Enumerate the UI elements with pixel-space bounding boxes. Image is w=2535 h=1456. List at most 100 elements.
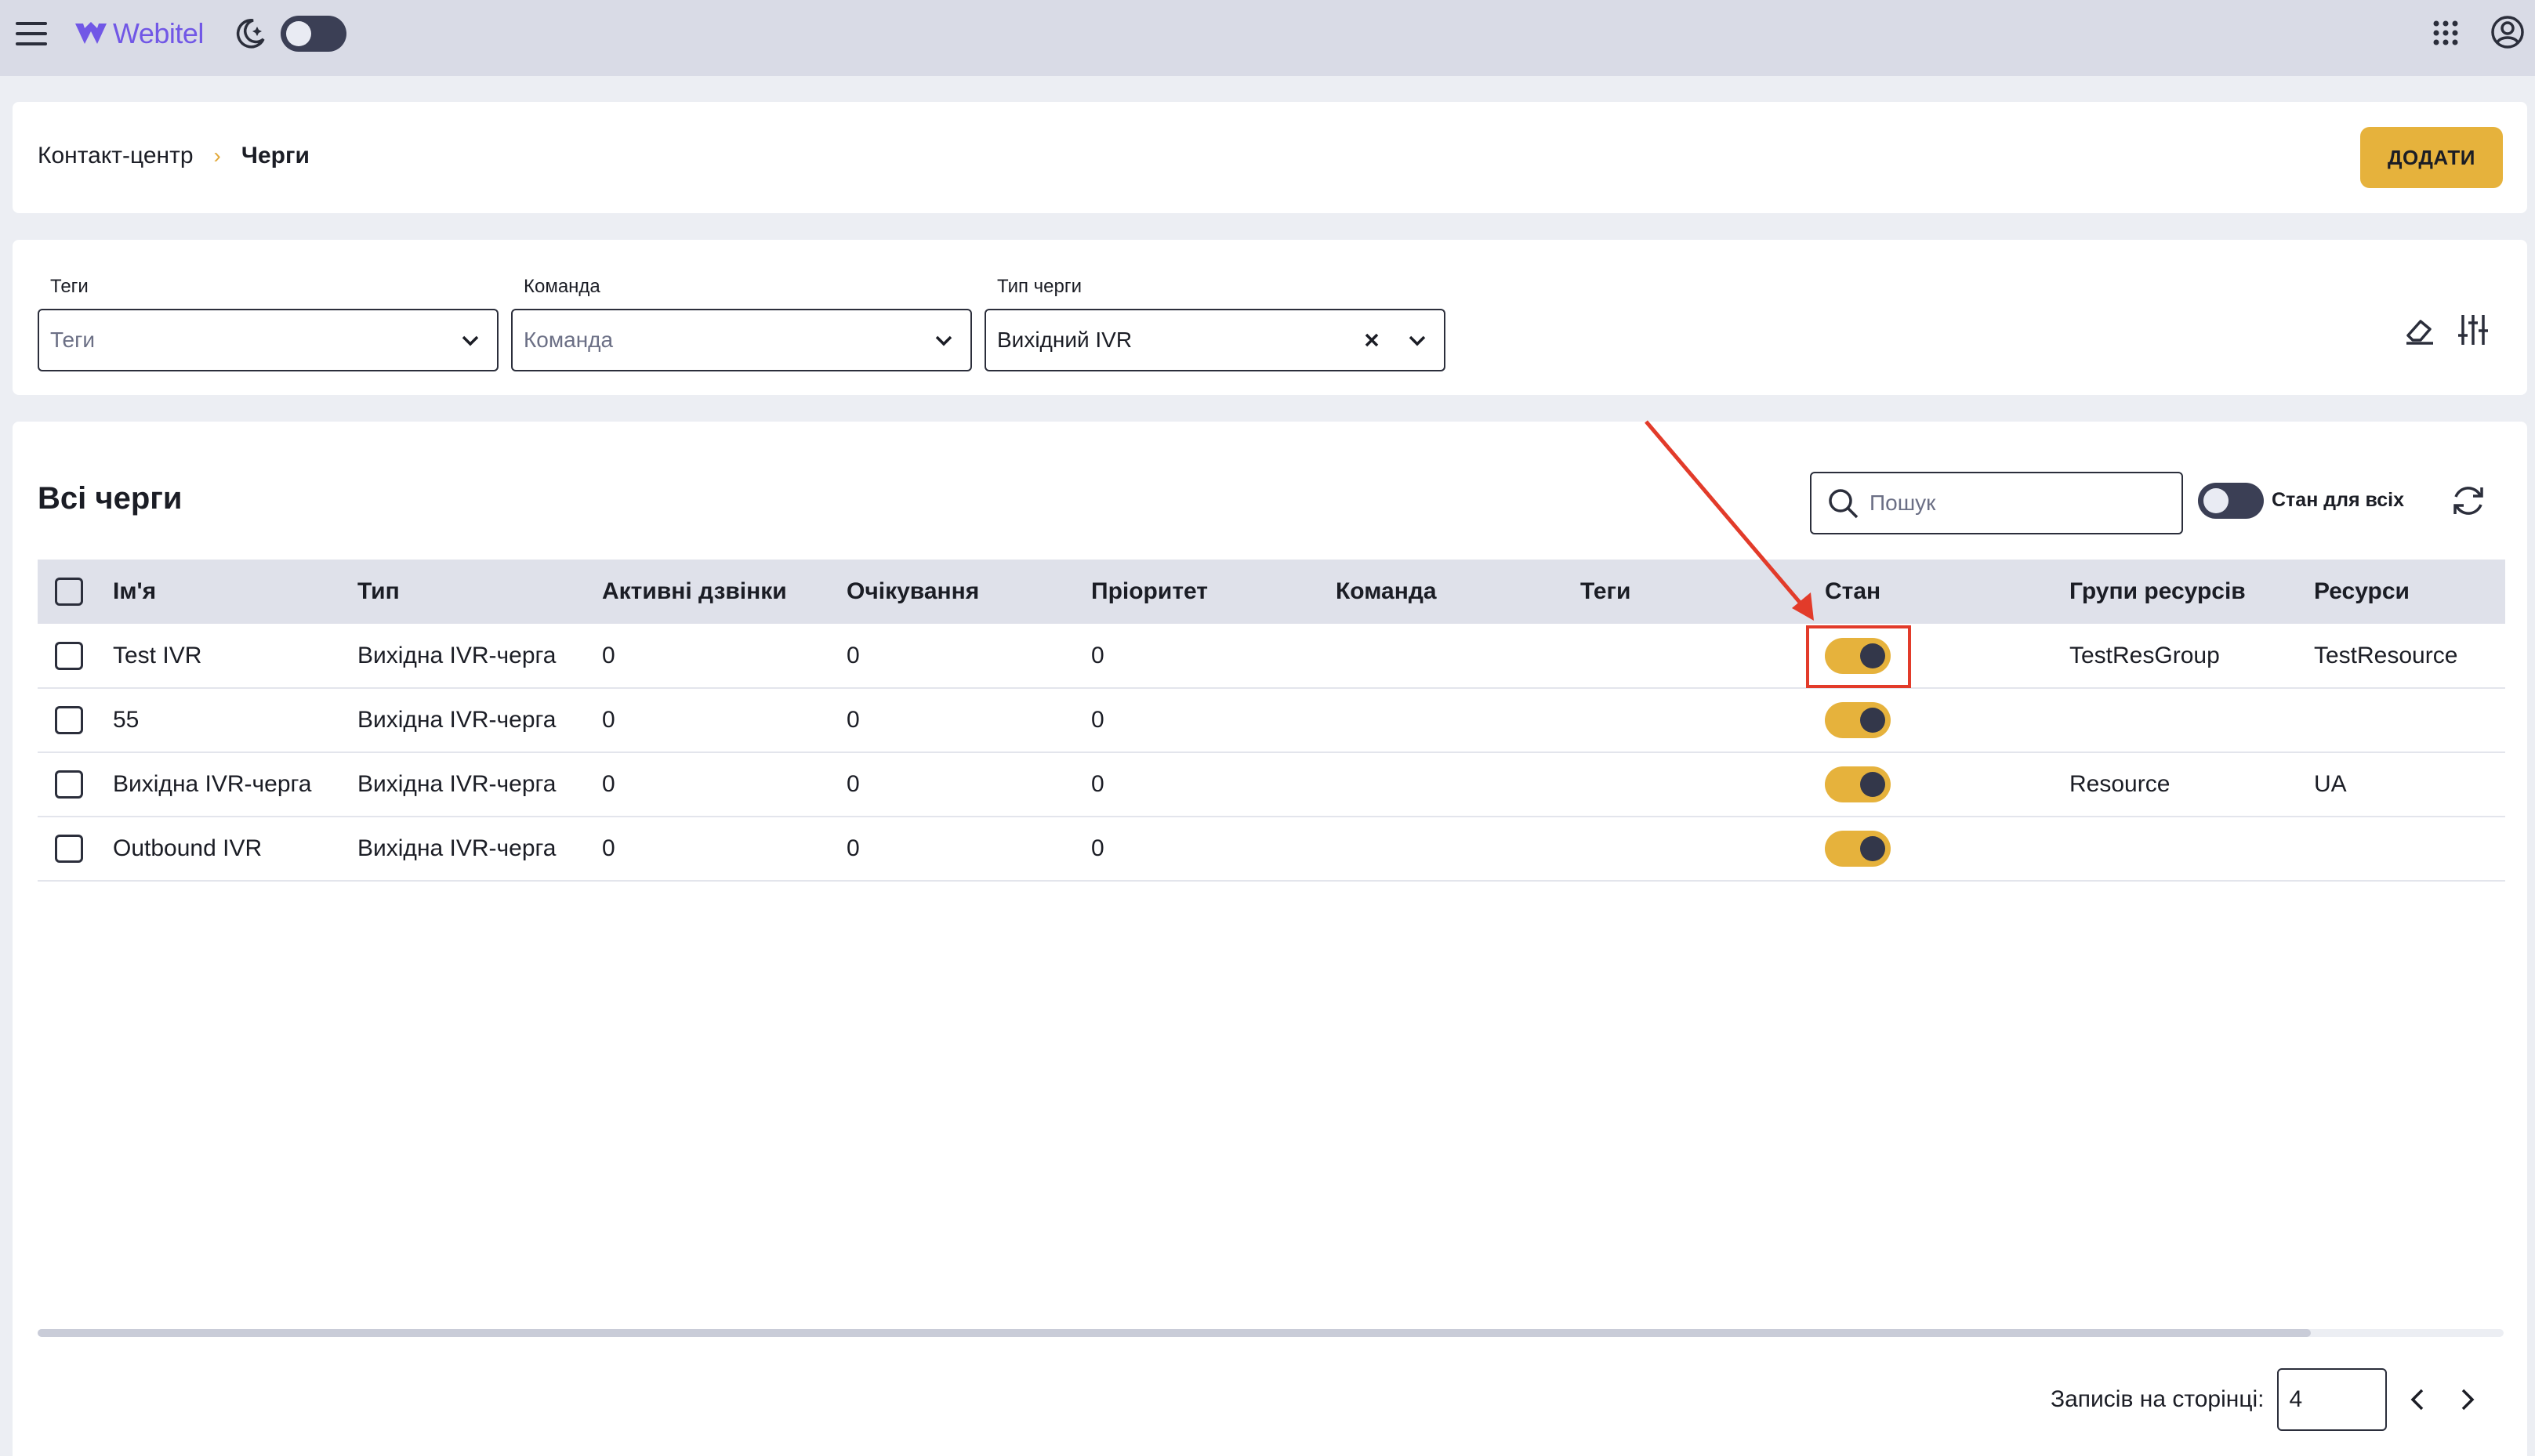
cell-resource-groups (2069, 688, 2314, 753)
refresh-icon[interactable] (2449, 481, 2488, 520)
cell-type: Вихідна IVR-черга (357, 752, 602, 817)
table-row[interactable]: Outbound IVR Вихідна IVR-черга 0 0 0 (38, 817, 2505, 882)
breadcrumb-queues: Черги (241, 143, 310, 168)
cell-priority: 0 (1091, 688, 1336, 753)
search-input[interactable] (1870, 491, 2167, 516)
add-button[interactable]: ДОДАТИ (2360, 127, 2503, 188)
queues-table: Ім'я Тип Активні дзвінки Очікування Пріо… (38, 560, 2505, 882)
toggle-knob (1860, 836, 1885, 861)
select-all-checkbox[interactable] (55, 578, 83, 606)
column-type[interactable]: Тип (357, 560, 602, 624)
state-for-all-toggle[interactable] (2198, 483, 2264, 519)
page-size-input[interactable]: 4 (2276, 1368, 2387, 1431)
cell-active-calls: 0 (602, 688, 847, 753)
cell-state (1825, 817, 2069, 882)
row-select-cell (38, 752, 113, 817)
row-checkbox[interactable] (55, 770, 83, 799)
row-checkbox[interactable] (55, 641, 83, 670)
chevron-down-icon (462, 335, 479, 346)
column-resource-groups[interactable]: Групи ресурсів (2069, 560, 2314, 624)
cell-name[interactable]: 55 (113, 688, 357, 753)
filter-team-label: Команда (524, 276, 600, 297)
cell-active-calls: 0 (602, 624, 847, 689)
cell-name[interactable]: Outbound IVR (113, 817, 357, 882)
breadcrumb-contact-center[interactable]: Контакт-центр (38, 143, 194, 169)
eraser-icon[interactable] (2402, 312, 2438, 348)
column-active-calls[interactable]: Активні дзвінки (602, 560, 847, 624)
cell-waiting: 0 (847, 688, 1091, 753)
cell-resource-groups: TestResGroup (2069, 624, 2314, 689)
column-team[interactable]: Команда (1336, 560, 1580, 624)
row-checkbox[interactable] (55, 835, 83, 863)
cell-resources: TestResource (2314, 624, 2505, 689)
page-size-label: Записів на сторінці: (2051, 1386, 2265, 1412)
state-for-all-label: Стан для всіх (2272, 489, 2405, 511)
state-toggle[interactable] (1825, 702, 1891, 738)
cell-tags (1580, 624, 1825, 689)
scrollbar-thumb[interactable] (38, 1329, 2311, 1337)
filter-queue-type-value: Вихідний IVR (997, 328, 1133, 352)
cell-active-calls: 0 (602, 752, 847, 817)
webitel-logo[interactable]: Webitel (74, 14, 204, 53)
table-row[interactable]: Вихідна IVR-черга Вихідна IVR-черга 0 0 … (38, 752, 2505, 817)
state-toggle[interactable] (1825, 831, 1891, 867)
cell-type: Вихідна IVR-черга (357, 817, 602, 882)
cell-name[interactable]: Test IVR (113, 624, 357, 689)
chevron-down-icon (1409, 335, 1426, 346)
column-resources[interactable]: Ресурси (2314, 560, 2505, 624)
cell-team (1336, 817, 1580, 882)
cell-state (1825, 752, 2069, 817)
table-title: Всі черги (38, 481, 183, 516)
cell-name[interactable]: Вихідна IVR-черга (113, 752, 357, 817)
filter-queue-type-select[interactable]: Вихідний IVR (985, 309, 1445, 371)
toggle-knob (2203, 488, 2229, 513)
row-select-cell (38, 688, 113, 753)
filter-queue-type-label: Тип черги (997, 276, 1083, 297)
cell-waiting: 0 (847, 817, 1091, 882)
logo-text: Webitel (113, 17, 204, 49)
filter-settings-icon[interactable] (2455, 312, 2491, 348)
cell-resource-groups (2069, 817, 2314, 882)
search-icon (1829, 489, 1859, 519)
filters-panel: Теги Теги Команда Команда Тип черги Вихі… (13, 240, 2527, 395)
table-header-row: Ім'я Тип Активні дзвінки Очікування Пріо… (38, 560, 2505, 624)
cell-resources (2314, 817, 2505, 882)
column-name[interactable]: Ім'я (113, 560, 357, 624)
cell-tags (1580, 688, 1825, 753)
chevron-right-icon[interactable] (2450, 1382, 2484, 1417)
table-row[interactable]: 55 Вихідна IVR-черга 0 0 0 (38, 688, 2505, 753)
column-state[interactable]: Стан (1825, 560, 2069, 624)
filter-team-select[interactable]: Команда (511, 309, 972, 371)
toggle-knob (1860, 772, 1885, 797)
filter-tags: Теги Теги (38, 274, 499, 371)
apps-grid-icon[interactable] (2430, 17, 2461, 49)
dark-mode-toggle[interactable] (281, 16, 346, 52)
toggle-knob (1860, 708, 1885, 733)
cell-team (1336, 752, 1580, 817)
cell-waiting: 0 (847, 624, 1091, 689)
table-row[interactable]: Test IVR Вихідна IVR-черга 0 0 0 TestRes… (38, 624, 2505, 689)
cell-team (1336, 624, 1580, 689)
chevron-left-icon[interactable] (2401, 1382, 2435, 1417)
search-field[interactable] (1810, 472, 2183, 534)
cell-resources: UA (2314, 752, 2505, 817)
cell-resources (2314, 688, 2505, 753)
row-checkbox[interactable] (55, 706, 83, 734)
clear-icon[interactable] (1359, 328, 1384, 353)
filter-queue-type: Тип черги Вихідний IVR (985, 274, 1445, 371)
hamburger-menu-icon[interactable] (14, 17, 50, 50)
page-header: Контакт-центр › Черги ДОДАТИ (13, 102, 2527, 213)
horizontal-scrollbar[interactable] (38, 1329, 2504, 1337)
breadcrumb-separator: › (213, 143, 221, 168)
account-icon[interactable] (2490, 14, 2526, 50)
filter-tags-select[interactable]: Теги (38, 309, 499, 371)
cell-waiting: 0 (847, 752, 1091, 817)
column-waiting[interactable]: Очікування (847, 560, 1091, 624)
pagination: Записів на сторінці: 4 (2051, 1368, 2484, 1431)
column-priority[interactable]: Пріоритет (1091, 560, 1336, 624)
cell-priority: 0 (1091, 752, 1336, 817)
row-select-cell (38, 624, 113, 689)
toggle-knob (286, 21, 311, 46)
state-toggle[interactable] (1825, 766, 1891, 802)
cell-tags (1580, 752, 1825, 817)
